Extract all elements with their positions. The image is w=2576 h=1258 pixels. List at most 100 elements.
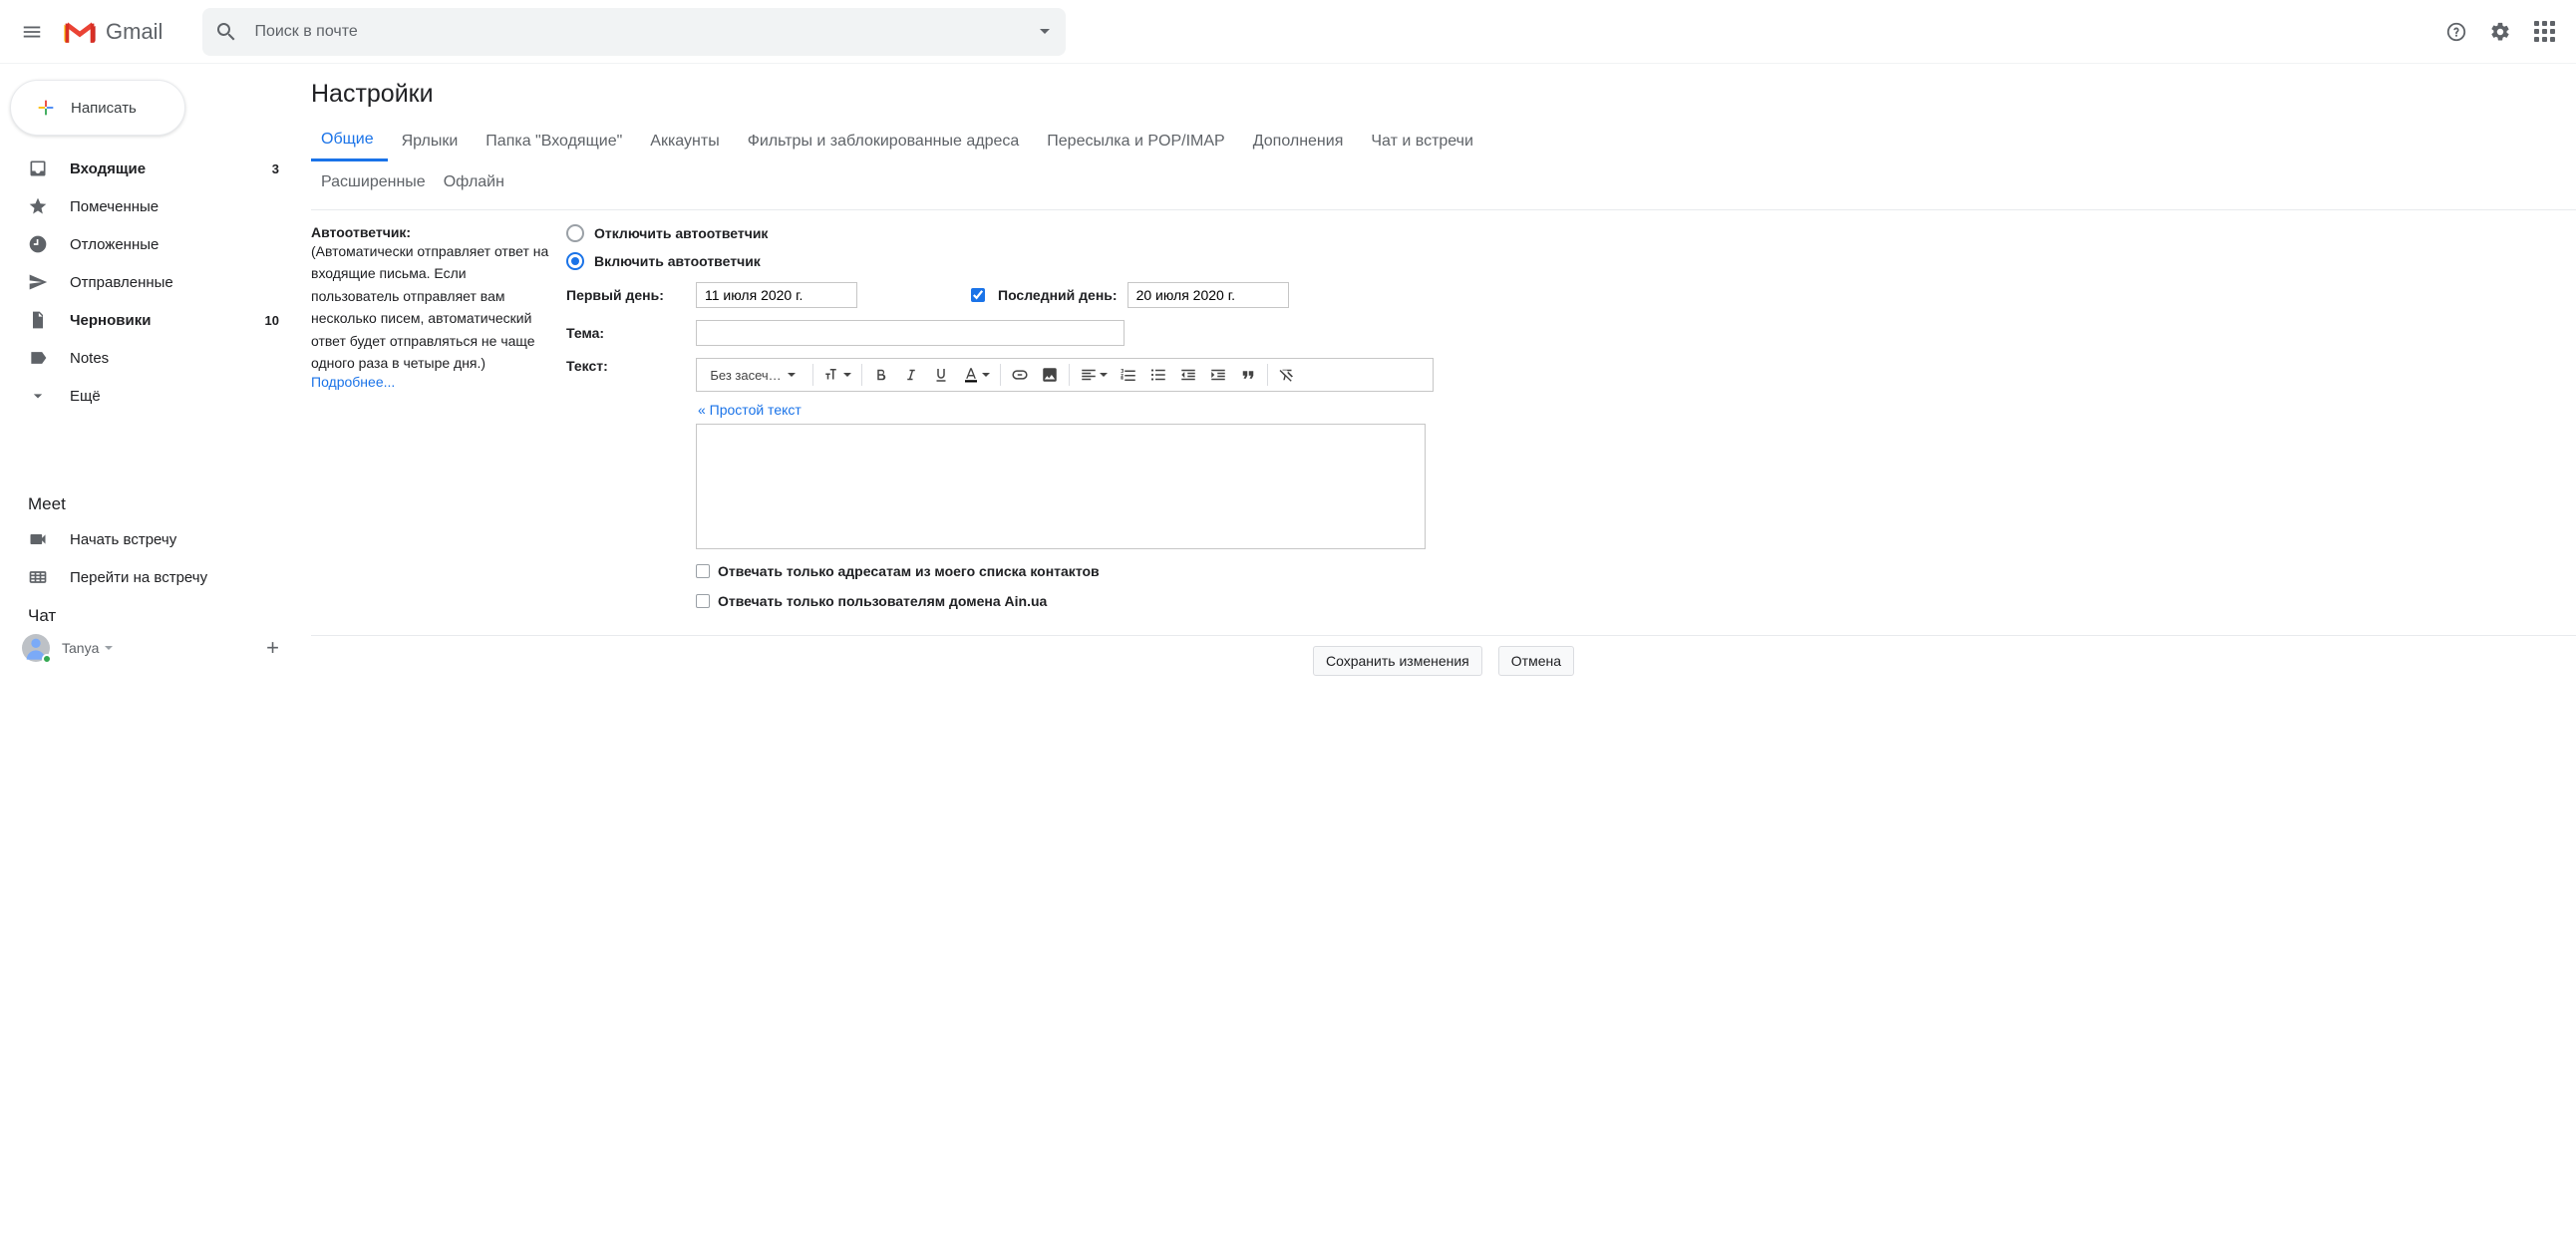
- tab-forwarding[interactable]: Пересылка и POP/IMAP: [1047, 123, 1238, 160]
- image-button[interactable]: [1035, 359, 1065, 391]
- radio-on-label: Включить автоответчик: [594, 253, 761, 269]
- main-menu-button[interactable]: [12, 12, 52, 52]
- numbered-list-button[interactable]: [1114, 359, 1143, 391]
- bold-icon: [872, 366, 890, 384]
- autoresponder-on-radio[interactable]: Включить автоответчик: [566, 252, 2576, 270]
- sidebar-item-sent[interactable]: Отправленные: [6, 263, 299, 301]
- sidebar-item-starred[interactable]: Помеченные: [6, 187, 299, 225]
- indent-more-button[interactable]: [1203, 359, 1233, 391]
- add-chat-button[interactable]: +: [266, 635, 279, 661]
- cancel-button[interactable]: Отмена: [1498, 646, 1574, 676]
- text-row: Текст: Без засеч…: [566, 358, 2576, 609]
- gmail-envelope-icon: [64, 20, 96, 44]
- font-family-select[interactable]: Без засеч…: [697, 359, 808, 391]
- contacts-only-row[interactable]: Отвечать только адресатам из моего списк…: [696, 563, 1434, 579]
- save-button[interactable]: Сохранить изменения: [1313, 646, 1482, 676]
- label-icon: [28, 348, 48, 368]
- search-options-dropdown-icon[interactable]: [1040, 29, 1050, 34]
- apps-button[interactable]: [2524, 12, 2564, 52]
- indent-less-icon: [1179, 366, 1197, 384]
- radio-icon: [566, 224, 584, 242]
- keyboard-icon: [28, 567, 48, 587]
- send-icon: [28, 272, 48, 292]
- chat-status-dropdown-icon[interactable]: [105, 646, 113, 650]
- tab-chat-meet[interactable]: Чат и встречи: [1371, 123, 1487, 160]
- tab-filters[interactable]: Фильтры и заблокированные адреса: [748, 123, 1034, 160]
- gear-icon: [2489, 21, 2511, 43]
- checkbox-icon: [696, 594, 710, 608]
- chat-user-row[interactable]: Tanya +: [6, 632, 299, 666]
- align-button[interactable]: [1074, 359, 1114, 391]
- meet-join[interactable]: Перейти на встречу: [6, 558, 299, 596]
- meet-join-label: Перейти на встречу: [70, 569, 207, 586]
- sidebar-item-drafts[interactable]: Черновики 10: [6, 301, 299, 339]
- bold-button[interactable]: [866, 359, 896, 391]
- section-label-column: Автоответчик: (Автоматически отправляет …: [311, 224, 566, 621]
- last-day-checkbox[interactable]: [971, 288, 985, 302]
- meet-start-label: Начать встречу: [70, 531, 176, 548]
- format-toolbar: Без засеч…: [696, 358, 1434, 392]
- settings-tabs-row2: Расширенные Офлайн: [311, 161, 2576, 203]
- search-bar[interactable]: [202, 8, 1066, 56]
- inbox-icon: [28, 158, 48, 178]
- sidebar-item-inbox[interactable]: Входящие 3: [6, 150, 299, 187]
- sidebar-item-more[interactable]: Ещё: [6, 377, 299, 415]
- tab-advanced[interactable]: Расширенные: [321, 167, 426, 197]
- drafts-count: 10: [265, 313, 279, 328]
- gmail-logo[interactable]: Gmail: [58, 19, 162, 45]
- header-actions: [2436, 12, 2564, 52]
- quote-button[interactable]: [1233, 359, 1263, 391]
- remove-format-button[interactable]: [1272, 359, 1302, 391]
- checkbox-icon: [696, 564, 710, 578]
- sidebar-item-snoozed[interactable]: Отложенные: [6, 225, 299, 263]
- tab-offline[interactable]: Офлайн: [444, 167, 504, 197]
- compose-button[interactable]: Написать: [10, 80, 185, 136]
- quote-icon: [1239, 366, 1257, 384]
- plain-text-link[interactable]: « Простой текст: [698, 402, 802, 418]
- bullet-list-button[interactable]: [1143, 359, 1173, 391]
- learn-more-link[interactable]: Подробнее...: [311, 374, 395, 390]
- numbered-list-icon: [1120, 366, 1137, 384]
- search-input[interactable]: [252, 22, 1054, 42]
- compose-plus-icon: [35, 97, 57, 119]
- tab-general[interactable]: Общие: [311, 121, 388, 161]
- settings-footer: Сохранить изменения Отмена: [311, 635, 2576, 686]
- tab-inbox[interactable]: Папка "Входящие": [485, 123, 636, 160]
- autoresponder-off-radio[interactable]: Отключить автоответчик: [566, 224, 2576, 242]
- font-family-label: Без засеч…: [710, 368, 781, 383]
- first-day-input[interactable]: [696, 282, 857, 308]
- indent-less-button[interactable]: [1173, 359, 1203, 391]
- last-day-input[interactable]: [1127, 282, 1289, 308]
- contacts-only-label: Отвечать только адресатам из моего списк…: [718, 563, 1100, 579]
- underline-icon: [932, 366, 950, 384]
- radio-checked-icon: [566, 252, 584, 270]
- settings-button[interactable]: [2480, 12, 2520, 52]
- meet-start[interactable]: Начать встречу: [6, 520, 299, 558]
- underline-button[interactable]: [926, 359, 956, 391]
- section-body: Отключить автоответчик Включить автоотве…: [566, 224, 2576, 621]
- font-size-icon: [823, 366, 841, 384]
- italic-button[interactable]: [896, 359, 926, 391]
- help-button[interactable]: [2436, 12, 2476, 52]
- chat-heading: Чат: [6, 596, 299, 632]
- last-day-label: Последний день:: [998, 287, 1118, 303]
- sidebar-item-label: Отложенные: [70, 236, 159, 253]
- search-icon: [214, 20, 238, 44]
- italic-icon: [902, 366, 920, 384]
- compose-label: Написать: [71, 100, 137, 117]
- tab-accounts[interactable]: Аккаунты: [650, 123, 733, 160]
- tab-labels[interactable]: Ярлыки: [402, 123, 473, 160]
- sidebar-item-notes[interactable]: Notes: [6, 339, 299, 377]
- font-size-button[interactable]: [817, 359, 857, 391]
- subject-input[interactable]: [696, 320, 1125, 346]
- sidebar-item-label: Черновики: [70, 312, 151, 329]
- text-editor-area: Без засеч…: [696, 358, 1434, 609]
- remove-format-icon: [1278, 366, 1296, 384]
- domain-only-row[interactable]: Отвечать только пользователям домена Ain…: [696, 593, 1434, 609]
- message-body-editor[interactable]: [696, 424, 1426, 549]
- link-button[interactable]: [1005, 359, 1035, 391]
- clock-icon: [28, 234, 48, 254]
- text-color-button[interactable]: [956, 359, 996, 391]
- gmail-logo-text: Gmail: [106, 19, 162, 45]
- tab-addons[interactable]: Дополнения: [1253, 123, 1358, 160]
